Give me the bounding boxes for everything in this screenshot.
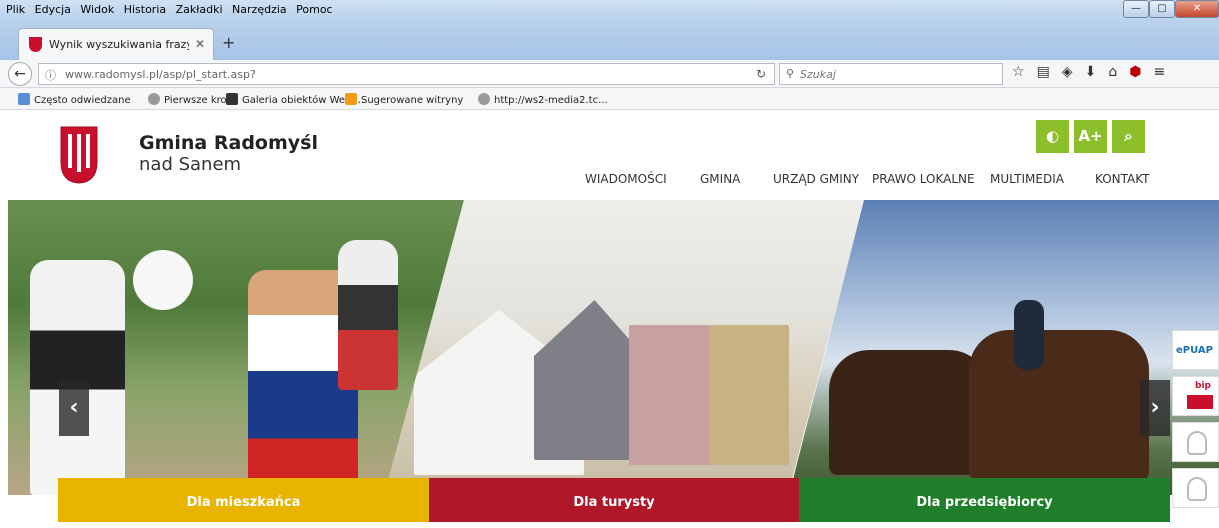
cta-dla-mieszkanca-button[interactable]: Dla mieszkańca bbox=[58, 478, 429, 522]
eagle-emblem-icon-2[interactable] bbox=[1172, 468, 1219, 508]
new-tab-button[interactable]: + bbox=[222, 33, 235, 52]
site-title[interactable]: Gmina Radomyśl bbox=[139, 132, 318, 154]
search-bar[interactable]: ⚲ bbox=[779, 63, 1003, 85]
menu-edycja[interactable]: Edycja bbox=[35, 3, 71, 16]
slide-horse-riders-image bbox=[789, 200, 1219, 495]
tab-active[interactable]: Wynik wyszukiwania frazy 3B ✕ bbox=[18, 28, 214, 60]
menu-bar: Plik Edycja Widok Historia Zakładki Narz… bbox=[0, 0, 1219, 22]
ublock-icon[interactable]: ⬢ bbox=[1129, 64, 1141, 80]
accessibility-tools: ◐ A+ ⌕ bbox=[1036, 120, 1145, 153]
cta-dla-turysty-button[interactable]: Dla turysty bbox=[429, 478, 799, 522]
bookmark-star-icon[interactable]: ☆ bbox=[1012, 64, 1025, 80]
epuap-badge[interactable]: ePUAP bbox=[1172, 330, 1219, 370]
side-badges: ePUAP bip bbox=[1172, 330, 1219, 514]
slider-prev-button[interactable]: ‹ bbox=[59, 380, 89, 436]
info-icon[interactable]: ⓘ bbox=[45, 67, 56, 83]
search-input[interactable] bbox=[800, 66, 990, 82]
menu-plik[interactable]: Plik bbox=[6, 3, 25, 16]
menu-items: Plik Edycja Widok Historia Zakładki Narz… bbox=[6, 3, 339, 16]
window-controls: — ▢ ✕ bbox=[1123, 0, 1219, 18]
home-icon[interactable]: ⌂ bbox=[1108, 64, 1117, 80]
maximize-button[interactable]: ▢ bbox=[1149, 0, 1175, 18]
tab-strip: Wynik wyszukiwania frazy 3B ✕ + bbox=[0, 22, 1219, 60]
menu-historia[interactable]: Historia bbox=[124, 3, 166, 16]
hero-slider: ‹ › bbox=[8, 200, 1219, 495]
nav-multimedia[interactable]: MULTIMEDIA bbox=[990, 172, 1064, 186]
cta-dla-przedsiebiorcy-button[interactable]: Dla przedsiębiorcy bbox=[799, 478, 1170, 522]
menu-narzedzia[interactable]: Narzędzia bbox=[232, 3, 287, 16]
tab-title: Wynik wyszukiwania frazy 3B bbox=[49, 38, 189, 51]
bip-flag-icon bbox=[1187, 395, 1213, 409]
hamburger-menu-icon[interactable]: ≡ bbox=[1153, 64, 1165, 80]
menu-pomoc[interactable]: Pomoc bbox=[296, 3, 332, 16]
bookmark-ws2-media[interactable]: http://ws2-media2.tc... bbox=[478, 93, 608, 106]
nav-gmina[interactable]: GMINA bbox=[700, 172, 740, 186]
coat-of-arms-logo[interactable] bbox=[60, 126, 98, 184]
font-size-button[interactable]: A+ bbox=[1074, 120, 1107, 153]
pocket-icon[interactable]: ◈ bbox=[1062, 64, 1073, 80]
close-tab-icon[interactable]: ✕ bbox=[195, 37, 205, 51]
bookmarks-bar: Często odwiedzane Pierwsze kroki Galeria… bbox=[0, 88, 1219, 110]
reload-icon[interactable]: ↻ bbox=[756, 67, 766, 81]
eagle-emblem-icon[interactable] bbox=[1172, 422, 1219, 462]
search-icon: ⚲ bbox=[786, 67, 795, 80]
download-icon[interactable]: ⬇ bbox=[1085, 64, 1097, 80]
nav-wiadomosci[interactable]: WIADOMOŚCI bbox=[585, 172, 667, 186]
menu-zakladki[interactable]: Zakładki bbox=[176, 3, 223, 16]
url-bar[interactable]: ⓘ www.radomysl.pl/asp/pl_start.asp? ↻ bbox=[38, 63, 775, 85]
reader-list-icon[interactable]: ▤ bbox=[1037, 64, 1050, 80]
site-header: Gmina Radomyśl nad Sanem ◐ A+ ⌕ WIADOMOŚ… bbox=[0, 110, 1219, 200]
bookmark-pierwsze-kroki[interactable]: Pierwsze kroki bbox=[148, 93, 235, 106]
nav-prawo-lokalne[interactable]: PRAWO LOKALNE bbox=[872, 172, 975, 186]
back-button[interactable]: ← bbox=[8, 62, 32, 86]
bookmark-sugerowane[interactable]: Sugerowane witryny bbox=[345, 93, 463, 106]
site-search-button[interactable]: ⌕ bbox=[1112, 120, 1145, 153]
slide-watercolor-houses-image bbox=[384, 200, 864, 495]
bookmark-czesto[interactable]: Często odwiedzane bbox=[18, 93, 131, 106]
nav-toolbar: ← ⓘ www.radomysl.pl/asp/pl_start.asp? ↻ … bbox=[0, 60, 1219, 88]
menu-widok[interactable]: Widok bbox=[80, 3, 114, 16]
slider-next-button[interactable]: › bbox=[1140, 380, 1170, 436]
site-subtitle: nad Sanem bbox=[139, 154, 242, 175]
minimize-button[interactable]: — bbox=[1123, 0, 1149, 18]
contrast-button[interactable]: ◐ bbox=[1036, 120, 1069, 153]
bip-badge[interactable]: bip bbox=[1172, 376, 1219, 416]
toolbar-icons: ☆ ▤ ◈ ⬇ ⌂ ⬢ ≡ bbox=[1012, 64, 1165, 80]
nav-kontakt[interactable]: KONTAKT bbox=[1095, 172, 1150, 186]
bookmark-galeria[interactable]: Galeria obiektów Web ... bbox=[226, 93, 364, 106]
close-window-button[interactable]: ✕ bbox=[1175, 0, 1219, 18]
site-favicon-icon bbox=[29, 37, 42, 52]
url-text: www.radomysl.pl/asp/pl_start.asp? bbox=[65, 68, 256, 81]
nav-urzad-gminy[interactable]: URZĄD GMINY bbox=[773, 172, 859, 186]
